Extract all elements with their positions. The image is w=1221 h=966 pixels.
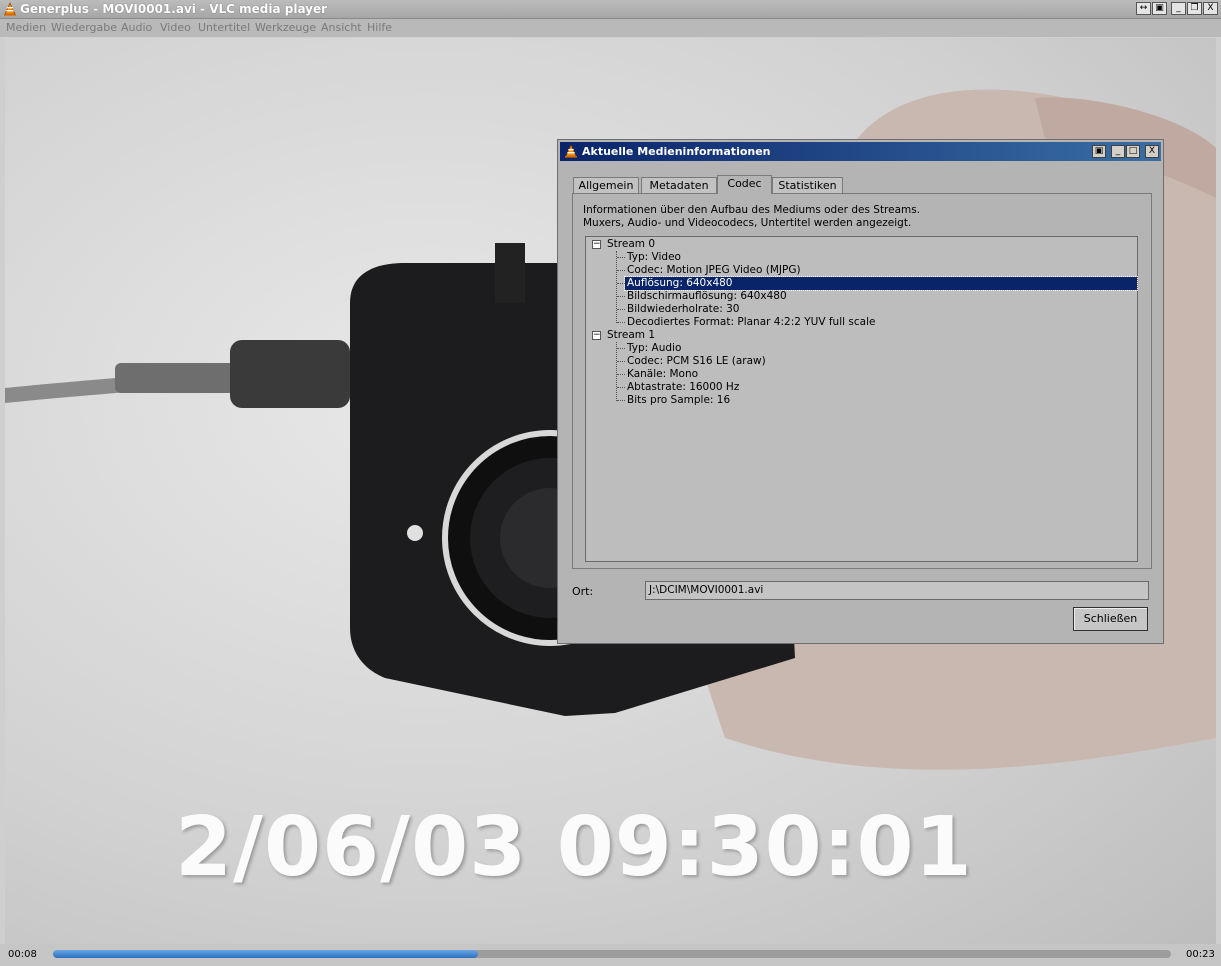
tab-metadaten[interactable]: Metadaten: [641, 177, 717, 193]
menu-untertitel[interactable]: Untertitel: [198, 21, 250, 34]
tree-stream-0[interactable]: Stream 0: [607, 238, 655, 251]
main-title-bar: Generplus - MOVI0001.avi - VLC media pla…: [0, 0, 1221, 19]
tree-branch: [617, 309, 625, 310]
close-dialog-button[interactable]: Schließen: [1073, 607, 1148, 631]
dialog-close-x-button[interactable]: X: [1145, 145, 1159, 158]
tree-branch: [617, 361, 625, 362]
tree-item[interactable]: Typ: Video: [627, 251, 681, 264]
stream-0-collapse-icon[interactable]: −: [592, 240, 601, 249]
codec-description: Informationen über den Aufbau des Medium…: [583, 204, 920, 230]
tree-item[interactable]: Decodiertes Format: Planar 4:2:2 YUV ful…: [627, 316, 875, 329]
seek-bar[interactable]: [53, 950, 1171, 958]
location-field[interactable]: J:\DCIM\MOVI0001.avi: [645, 581, 1149, 600]
dialog-pin-button[interactable]: ▣: [1092, 145, 1106, 158]
vlc-cone-icon: [565, 144, 577, 158]
tree-item[interactable]: Bits pro Sample: 16: [627, 394, 730, 407]
tree-guide: [616, 251, 617, 323]
playback-controls: 00:08 00:23: [0, 944, 1221, 966]
menu-medien[interactable]: Medien: [6, 21, 46, 34]
dialog-maximize-button[interactable]: □: [1126, 145, 1140, 158]
dialog-minimize-button[interactable]: _: [1111, 145, 1125, 158]
close-window-button[interactable]: X: [1203, 2, 1218, 15]
tree-item[interactable]: Bildwiederholrate: 30: [627, 303, 740, 316]
stream-tree[interactable]: − Stream 0 Typ: Video Codec: Motion JPEG…: [585, 236, 1138, 562]
description-line-2: Muxers, Audio- und Videocodecs, Untertit…: [583, 217, 912, 229]
tree-branch: [617, 348, 625, 349]
menu-hilfe[interactable]: Hilfe: [367, 21, 392, 34]
elapsed-time: 00:08: [8, 949, 37, 960]
description-line-1: Informationen über den Aufbau des Medium…: [583, 204, 921, 216]
window-title: Generplus - MOVI0001.avi - VLC media pla…: [20, 2, 328, 16]
tree-branch: [617, 257, 625, 258]
osd-timestamp: 2/06/03 09:30:01: [175, 800, 973, 895]
codec-panel: Informationen über den Aufbau des Medium…: [572, 193, 1152, 569]
tree-branch: [617, 322, 625, 323]
tree-item[interactable]: Abtastrate: 16000 Hz: [627, 381, 739, 394]
tree-item[interactable]: Typ: Audio: [627, 342, 681, 355]
pin-window-button[interactable]: ▣: [1152, 2, 1167, 15]
vlc-cone-icon: [4, 2, 16, 16]
tree-branch: [617, 374, 625, 375]
location-label: Ort:: [572, 585, 594, 598]
minimize-button[interactable]: _: [1171, 2, 1186, 15]
menu-werkzeuge[interactable]: Werkzeuge: [255, 21, 316, 34]
tree-item[interactable]: Bildschirmauflösung: 640x480: [627, 290, 787, 303]
tree-branch: [617, 270, 625, 271]
tree-branch: [617, 387, 625, 388]
tab-codec[interactable]: Codec: [717, 175, 772, 194]
dialog-title-bar[interactable]: Aktuelle Medieninformationen ▣ _ □ X: [560, 142, 1161, 161]
tree-item[interactable]: Kanäle: Mono: [627, 368, 698, 381]
tree-item-selected[interactable]: Auflösung: 640x480: [624, 276, 1138, 291]
restore-button[interactable]: ❐: [1187, 2, 1202, 15]
tree-item[interactable]: Codec: Motion JPEG Video (MJPG): [627, 264, 801, 277]
tree-branch: [617, 296, 625, 297]
tree-branch: [617, 283, 625, 284]
menu-ansicht[interactable]: Ansicht: [321, 21, 362, 34]
media-info-dialog: Aktuelle Medieninformationen ▣ _ □ X All…: [557, 139, 1164, 644]
tree-stream-1[interactable]: Stream 1: [607, 329, 655, 342]
tab-statistiken[interactable]: Statistiken: [772, 177, 843, 193]
menu-video[interactable]: Video: [160, 21, 191, 34]
total-time: 00:23: [1186, 949, 1215, 960]
tree-branch: [617, 400, 625, 401]
tree-guide: [616, 342, 617, 401]
dialog-title: Aktuelle Medieninformationen: [582, 145, 771, 158]
menu-wiedergabe[interactable]: Wiedergabe: [51, 21, 117, 34]
stream-1-collapse-icon[interactable]: −: [592, 331, 601, 340]
seek-bar-progress: [53, 950, 478, 958]
menu-audio[interactable]: Audio: [121, 21, 152, 34]
tab-allgemein[interactable]: Allgemein: [573, 177, 639, 193]
tree-item[interactable]: Codec: PCM S16 LE (araw): [627, 355, 766, 368]
menu-bar: Medien Wiedergabe Audio Video Untertitel…: [0, 19, 1221, 37]
compact-mode-button[interactable]: ↔: [1136, 2, 1151, 15]
